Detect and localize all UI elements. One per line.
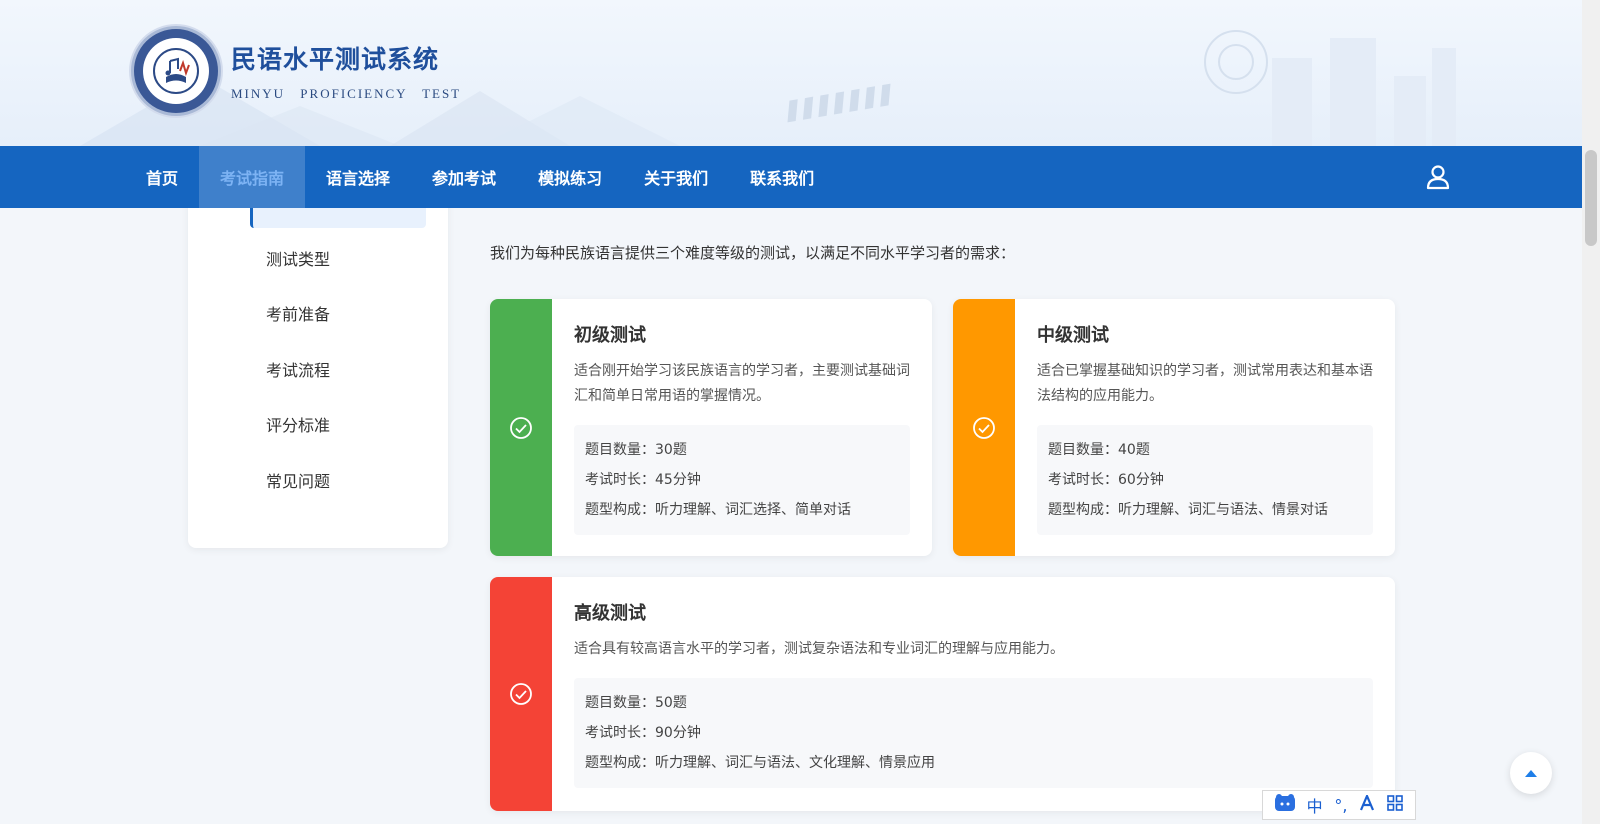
exam-duration: 考试时长：45分钟 [585,472,701,488]
building-decoration [1394,76,1426,146]
building-decoration [1330,38,1376,146]
card-description: 适合刚开始学习该民族语言的学习者，主要测试基础词汇和简单日常用语的掌握情况。 [574,363,910,404]
question-types: 题型构成：听力理解、词汇与语法、文化理解、情景应用 [585,755,935,771]
card-info-box: 题目数量：30题 考试时长：45分钟 题型构成：听力理解、词汇选择、简单对话 [574,425,910,535]
mountain-decoration [480,96,680,146]
question-count: 题目数量：50题 [585,695,687,711]
paw-icon[interactable] [1274,794,1295,816]
question-types: 题型构成：听力理解、词汇选择、简单对话 [585,502,851,518]
level-card-intermediate: 中级测试 适合已掌握基础知识的学习者，测试常用表达和基本语法结构的应用能力。 题… [953,299,1395,556]
card-description: 适合具有较高语言水平的学习者，测试复杂语法和专业词汇的理解与应用能力。 [574,641,1064,657]
sidebar-item-process[interactable]: 考试流程 [266,357,330,381]
exam-duration: 考试时长：90分钟 [585,725,701,741]
ime-punct-toggle[interactable]: °, [1334,796,1347,815]
card-info-box: 题目数量：50题 考试时长：90分钟 题型构成：听力理解、词汇与语法、文化理解、… [574,678,1373,788]
card-description: 适合已掌握基础知识的学习者，测试常用表达和基本语法结构的应用能力。 [1037,363,1373,404]
card-info-box: 题目数量：40题 考试时长：60分钟 题型构成：听力理解、词汇与语法、情景对话 [1037,425,1373,535]
site-title: 民语水平测试系统 [231,45,440,74]
card-title: 高级测试 [574,603,646,624]
nav-item-take-exam[interactable]: 参加考试 [411,146,517,208]
card-color-bar [490,299,552,556]
caret-up-icon [1525,770,1537,777]
font-a-icon[interactable] [1359,793,1375,815]
nav-item-language[interactable]: 语言选择 [305,146,411,208]
site-subtitle: MINYU PROFICIENCY TEST [231,86,462,101]
exam-duration: 考试时长：60分钟 [1048,472,1164,488]
grid-icon[interactable] [1387,795,1403,815]
check-circle-icon [510,416,532,439]
scrollbar-thumb[interactable] [1585,150,1597,246]
logo-emblem-icon [131,26,221,116]
ime-mode-toggle[interactable]: 中 [1307,793,1323,817]
back-to-top-button[interactable] [1510,752,1552,794]
site-header: 民语水平测试系统 MINYU PROFICIENCY TEST [0,0,1582,146]
nav-item-contact[interactable]: 联系我们 [729,146,835,208]
ime-toolbar: 中 °, [1262,790,1416,820]
sidebar-item-faq[interactable]: 常见问题 [266,468,330,492]
card-color-bar [953,299,1015,556]
check-circle-icon [510,683,532,705]
main-nav: 首页 考试指南 语言选择 参加考试 模拟练习 关于我们 联系我们 [0,146,1582,208]
sidebar-item-preparation[interactable]: 考前准备 [266,301,330,325]
circle-decoration [1218,44,1254,80]
sidebar-item-test-types[interactable]: 测试类型 [266,246,330,270]
site-logo[interactable]: 民语水平测试系统 MINYU PROFICIENCY TEST [131,26,461,116]
intro-text: 我们为每种民族语言提供三个难度等级的测试，以满足不同水平学习者的需求： [490,244,1016,262]
building-decoration [1272,58,1312,146]
building-decoration [1432,48,1456,146]
nav-item-exam-guide[interactable]: 考试指南 [199,146,306,208]
card-title: 中级测试 [1037,325,1109,346]
level-card-beginner: 初级测试 适合刚开始学习该民族语言的学习者，主要测试基础词汇和简单日常用语的掌握… [490,299,932,556]
nav-item-home[interactable]: 首页 [125,146,199,208]
page-scrollbar[interactable] [1582,0,1600,824]
card-color-bar [490,577,552,811]
check-circle-icon [973,416,995,439]
nav-item-about[interactable]: 关于我们 [623,146,729,208]
question-types: 题型构成：听力理解、词汇与语法、情景对话 [1048,502,1328,518]
question-count: 题目数量：40题 [1048,442,1150,458]
nav-item-practice[interactable]: 模拟练习 [517,146,623,208]
card-title: 初级测试 [574,325,646,346]
question-count: 题目数量：30题 [585,442,687,458]
level-card-advanced: 高级测试 适合具有较高语言水平的学习者，测试复杂语法和专业词汇的理解与应用能力。… [490,577,1395,811]
user-icon[interactable] [1424,163,1452,191]
guide-sidebar: 测试类型 考前准备 考试流程 评分标准 常见问题 [188,170,448,548]
sidebar-item-scoring[interactable]: 评分标准 [266,412,330,436]
stripes-decoration [787,83,891,123]
